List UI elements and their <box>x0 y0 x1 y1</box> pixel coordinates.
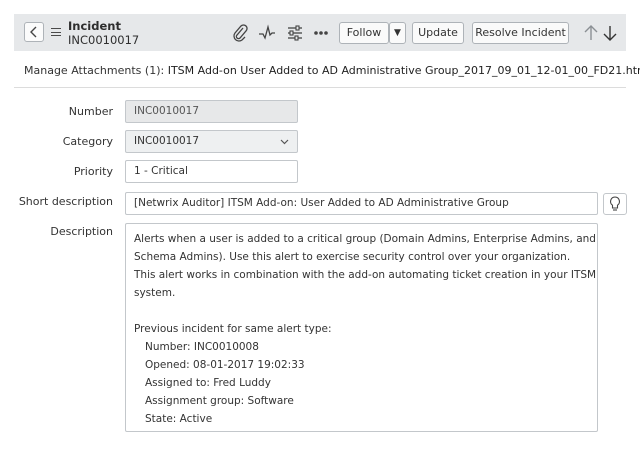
arrow-down-icon <box>603 26 617 41</box>
record-type: Incident <box>68 19 121 33</box>
category-label: Category <box>62 135 113 148</box>
short-description-label: Short description <box>18 195 113 208</box>
arrow-up-icon <box>584 25 598 40</box>
category-value: INC0010017 <box>134 135 200 147</box>
manage-attachments-link[interactable]: Manage Attachments (1): <box>24 64 164 77</box>
follow-dropdown-button[interactable]: ▼ <box>389 22 406 44</box>
chevron-down-icon <box>280 139 289 145</box>
more-icon <box>314 31 328 35</box>
form-header: Incident INC0010017 Follow ▼ Update Reso… <box>14 14 626 51</box>
divider <box>14 87 626 88</box>
description-line <box>134 302 589 320</box>
follow-button[interactable]: Follow <box>339 22 389 44</box>
short-description-field[interactable]: [Netwrix Auditor] ITSM Add-on: User Adde… <box>125 192 598 215</box>
update-button[interactable]: Update <box>412 22 464 44</box>
number-field: INC0010017 <box>125 100 298 123</box>
activity-button[interactable] <box>257 23 277 43</box>
description-line: Schema Admins). Use this alert to exerci… <box>134 251 571 263</box>
description-line: This alert works in combination with the… <box>134 269 597 281</box>
manage-attachments: Manage Attachments (1): ITSM Add-on User… <box>24 64 640 77</box>
record-number: INC0010017 <box>68 33 140 47</box>
description-line: Previous incident for same alert type: <box>134 323 332 335</box>
description-textarea[interactable]: Alerts when a user is added to a critica… <box>125 223 598 432</box>
attachment-file-link[interactable]: ITSM Add-on User Added to AD Administrat… <box>168 64 640 77</box>
settings-sliders-icon <box>288 25 302 41</box>
priority-field[interactable]: 1 - Critical <box>125 160 298 183</box>
description-line: Alerts when a user is added to a critica… <box>134 233 596 245</box>
back-icon <box>30 26 37 38</box>
number-label: Number <box>68 105 113 118</box>
category-select[interactable]: INC0010017 <box>125 130 298 153</box>
description-line: Number: INC0010008 <box>145 341 259 353</box>
attachment-button[interactable] <box>230 23 250 43</box>
lightbulb-icon <box>610 196 620 211</box>
previous-record-button[interactable] <box>582 23 600 43</box>
suggestion-button[interactable] <box>603 193 627 215</box>
activity-icon <box>259 24 275 40</box>
resolve-incident-button[interactable]: Resolve Incident <box>472 22 569 44</box>
personalize-form-button[interactable] <box>285 23 305 43</box>
back-button[interactable] <box>24 22 44 42</box>
description-line: Assigned to: Fred Luddy <box>145 377 271 389</box>
next-record-button[interactable] <box>601 23 619 43</box>
priority-label: Priority <box>73 165 113 178</box>
description-label: Description <box>50 225 113 238</box>
more-options-button[interactable] <box>311 23 331 43</box>
description-line: State: Active <box>145 413 213 425</box>
description-line: Opened: 08-01-2017 19:02:33 <box>145 359 305 371</box>
menu-icon[interactable] <box>51 28 61 36</box>
description-line: Assignment group: Software <box>145 395 294 407</box>
paperclip-icon <box>233 24 248 42</box>
description-line: system. <box>134 287 176 299</box>
